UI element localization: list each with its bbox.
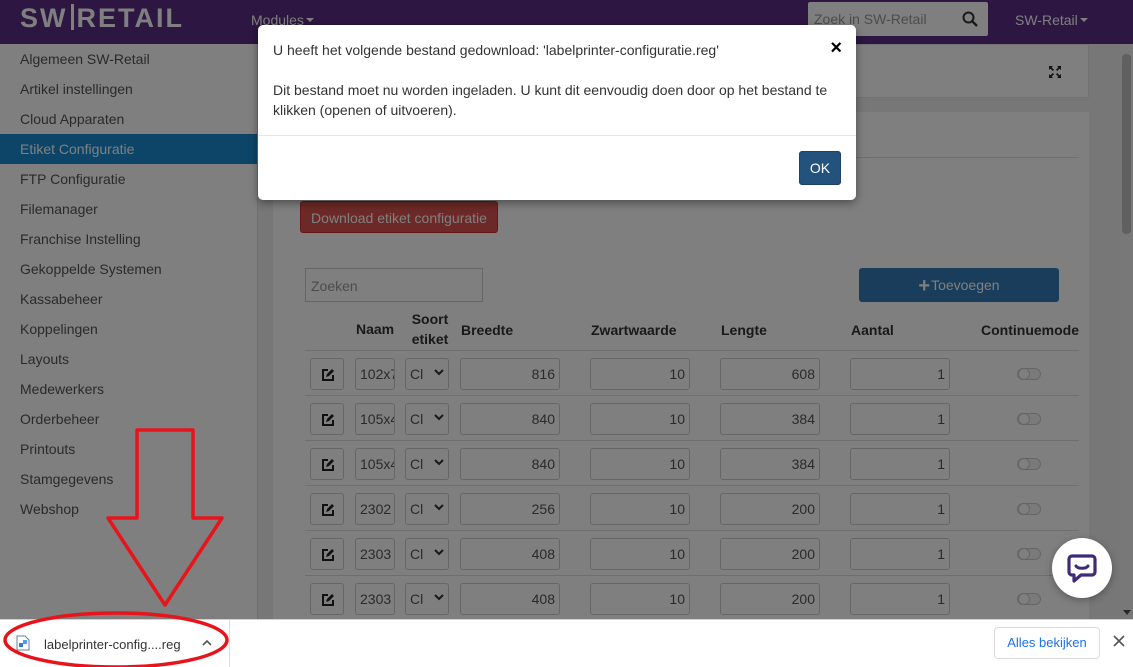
modal-title: U heeft het volgende bestand gedownload:…	[273, 42, 719, 58]
show-all-downloads-button[interactable]: Alles bekijken	[994, 627, 1100, 659]
ok-button[interactable]: OK	[799, 151, 841, 185]
chat-launcher-button[interactable]	[1052, 538, 1112, 598]
modal-body-text: Dit bestand moet nu worden ingeladen. U …	[273, 82, 828, 118]
download-item[interactable]: labelprinter-config....reg	[8, 620, 230, 667]
chevron-up-icon[interactable]	[201, 637, 213, 649]
download-info-modal: U heeft het volgende bestand gedownload:…	[258, 25, 856, 200]
close-icon[interactable]	[1112, 634, 1126, 648]
modal-footer-divider	[258, 135, 856, 136]
reg-file-icon	[16, 635, 30, 651]
close-icon[interactable]: ×	[830, 38, 842, 58]
download-filename: labelprinter-config....reg	[44, 637, 181, 652]
browser-download-bar: labelprinter-config....reg Alles bekijke…	[0, 619, 1133, 667]
chat-bubble-icon	[1067, 554, 1097, 583]
